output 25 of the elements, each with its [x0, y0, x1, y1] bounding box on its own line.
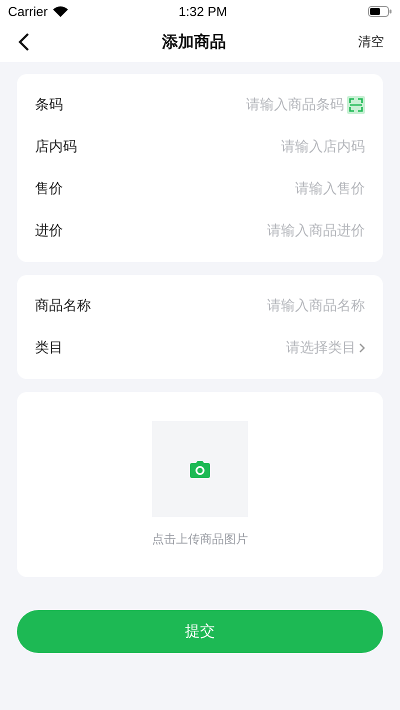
- field-label: 店内码: [35, 138, 77, 156]
- carrier-label: Carrier: [8, 4, 48, 18]
- input-field[interactable]: 请输入商品名称: [267, 297, 365, 315]
- clear-button[interactable]: 清空: [358, 33, 384, 51]
- select-field[interactable]: 请选择类目: [286, 339, 356, 357]
- back-button[interactable]: [18, 33, 30, 51]
- wifi-icon: [52, 6, 68, 16]
- camera-icon: [190, 460, 210, 478]
- upload-hint: 点击上传商品图片: [152, 531, 248, 548]
- scan-icon[interactable]: [347, 96, 365, 114]
- status-time: 1:32 PM: [178, 4, 228, 18]
- submit-button[interactable]: 提交: [17, 610, 383, 653]
- field-label: 类目: [35, 339, 63, 357]
- field-label: 条码: [35, 96, 63, 114]
- input-field[interactable]: 请输入售价: [295, 180, 365, 198]
- input-field[interactable]: 请输入店内码: [281, 138, 365, 156]
- input-field[interactable]: 请输入商品进价: [267, 222, 365, 240]
- input-field[interactable]: 请输入商品条码: [246, 96, 344, 114]
- page-title: 添加商品: [162, 32, 226, 52]
- battery-icon: [368, 6, 392, 16]
- field-label: 商品名称: [35, 297, 91, 315]
- image-upload-button[interactable]: [152, 421, 248, 517]
- field-label: 售价: [35, 180, 63, 198]
- chevron-icon: [359, 343, 365, 353]
- field-label: 进价: [35, 222, 63, 240]
